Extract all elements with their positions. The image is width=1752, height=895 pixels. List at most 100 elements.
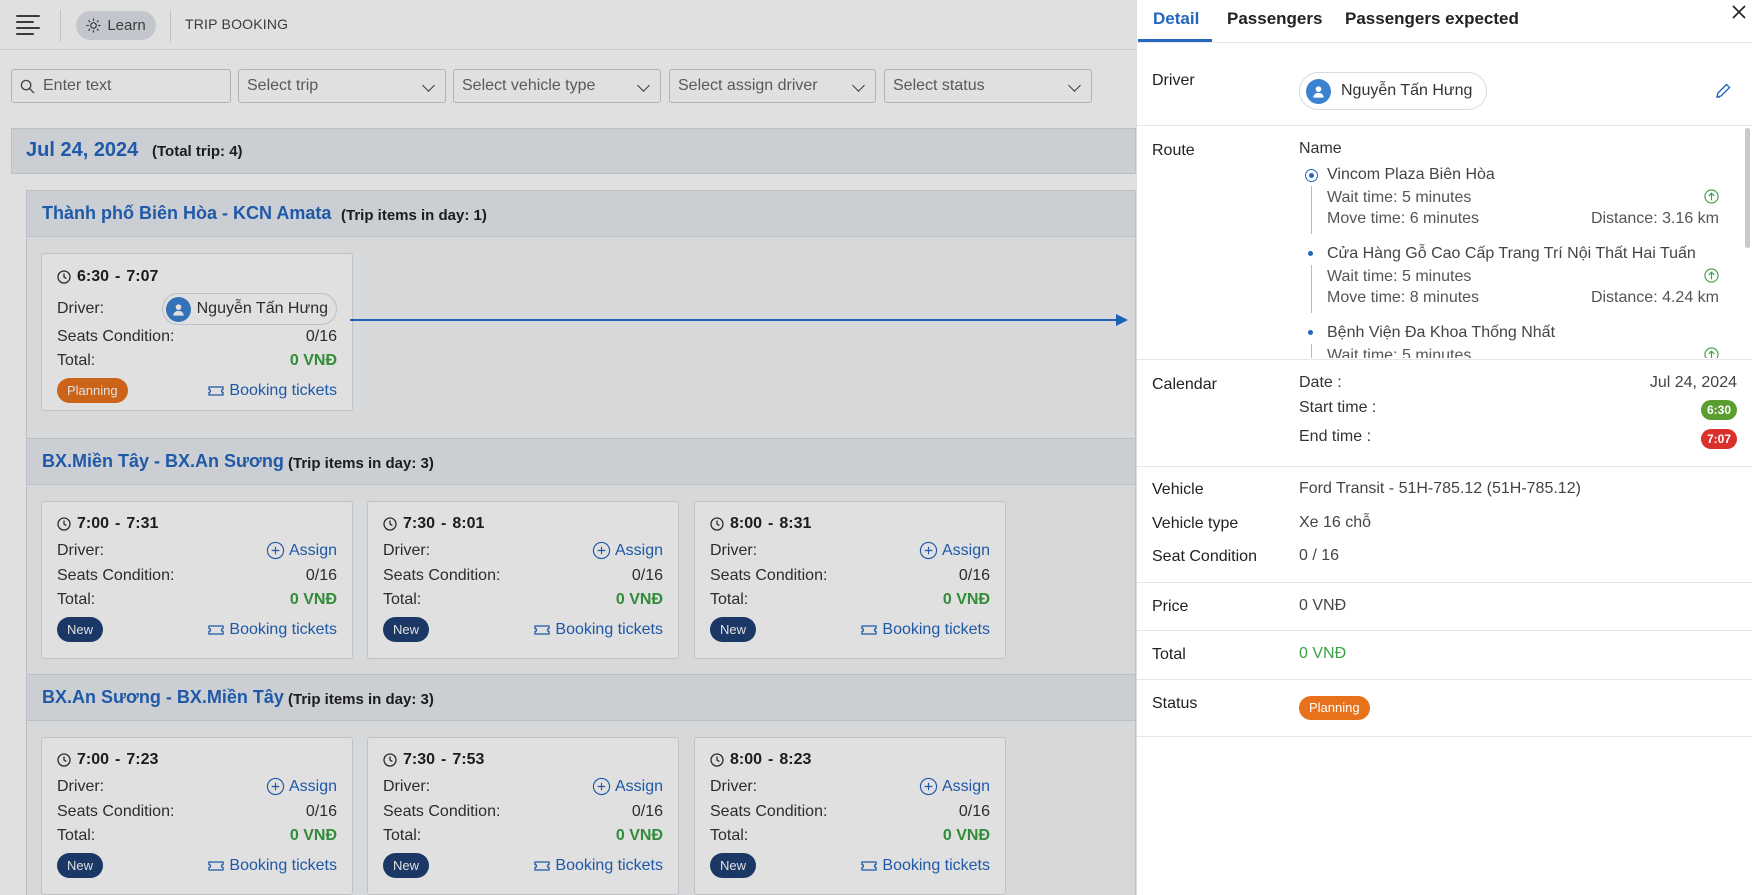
booking-tickets-link[interactable]: Booking tickets [861,621,990,639]
trip-time: 8:00-8:23 [710,751,811,769]
total-label: Total: [710,827,749,844]
close-icon[interactable] [1729,2,1749,22]
route-scrollbar[interactable] [1745,128,1750,248]
driver-label: Driver: [57,300,105,317]
booking-tickets-link[interactable]: Booking tickets [861,857,990,875]
trip-end: 8:31 [779,515,812,532]
clock-icon [57,270,71,284]
price-label: Price [1152,598,1189,615]
seats-value: 0/16 [305,803,337,820]
start-time-badge: 6:30 [1700,400,1737,420]
trip-card[interactable]: 7:00-7:23 Driver: Assign Seats Condition:… [41,737,353,895]
stop-move: Move time: 6 minutes [1327,210,1480,227]
card-footer: New Booking tickets [710,617,990,642]
vehicle-type-select[interactable]: Select vehicle type [453,69,661,103]
card-footer: New Booking tickets [383,617,663,642]
hamburger-menu-icon[interactable] [16,14,40,35]
ticket-icon [534,860,551,871]
assign-label: Assign [941,541,990,559]
driver-name: Nguyễn Tấn Hưng [196,300,328,317]
assign-button[interactable]: Assign [919,777,990,796]
trip-card[interactable]: 7:30-8:01 Driver: Assign Seats Condition:… [367,501,679,659]
booking-tickets-link[interactable]: Booking tickets [208,857,337,875]
total-label: Total: [57,591,96,608]
booking-label: Booking tickets [882,620,990,638]
stop-wait: Wait time: 5 minutes [1327,189,1472,206]
search-input[interactable]: Enter text [11,69,231,103]
trip-detail-panel: Detail Passengers Passengers expected Dr… [1136,0,1752,895]
assign-button[interactable]: Assign [266,777,337,796]
seats-label: Seats Condition: [57,567,175,584]
trip-end: 7:31 [126,515,159,532]
trip-card[interactable]: 7:00-7:31 Driver: Assign Seats Condition:… [41,501,353,659]
booking-tickets-link[interactable]: Booking tickets [208,621,337,639]
ticket-icon [208,860,225,871]
plus-circle-icon [266,777,285,796]
tab-passengers-expected[interactable]: Passengers expected [1345,9,1519,29]
assign-button[interactable]: Assign [266,541,337,560]
stop-marker-icon [1305,169,1318,182]
route-group-title: BX.Miền Tây - BX.An Sương [42,451,284,471]
assign-button[interactable]: Assign [592,541,663,560]
arrow-up-circle-icon[interactable] [1704,347,1719,358]
seats-row: Seats Condition: 0/16 [710,803,990,821]
booking-tickets-link[interactable]: Booking tickets [208,382,337,400]
driver-label: Driver [1152,72,1195,89]
trip-card[interactable]: 7:30-7:53 Driver: Assign Seats Condition:… [367,737,679,895]
trip-card[interactable]: 6:30-7:07 Driver: Nguyễn Tấn Hưng Seats … [41,253,353,411]
seat-condition-label: Seat Condition [1152,548,1257,565]
total-row: Total: 0 VNĐ [710,591,990,609]
seats-label: Seats Condition: [383,567,501,584]
trip-start: 7:30 [403,751,436,768]
total-row: Total: 0 VNĐ [383,591,663,609]
tab-passengers[interactable]: Passengers [1227,9,1322,29]
total-row: Total: 0 VNĐ [57,591,337,609]
assign-button[interactable]: Assign [919,541,990,560]
assign-button[interactable]: Assign [592,777,663,796]
arrow-up-circle-icon[interactable] [1704,268,1719,283]
trip-start: 8:00 [730,515,763,532]
driver-row: Driver: Assign [57,777,337,796]
total-label: Total: [710,591,749,608]
page-title: TRIP BOOKING [185,16,289,32]
total-label: Total: [383,827,422,844]
clock-icon [710,753,724,767]
stop-move: Move time: 8 minutes [1327,289,1480,306]
booking-label: Booking tickets [229,856,337,874]
card-footer: New Booking tickets [710,853,990,878]
stop-marker-icon [1305,248,1318,261]
clock-icon [57,753,71,767]
avatar [1306,78,1331,104]
seats-row: Seats Condition: 0/16 [383,567,663,585]
arrow-up-circle-icon[interactable] [1704,189,1719,204]
trip-select[interactable]: Select trip [238,69,446,103]
end-time-badge: 7:07 [1700,429,1737,449]
status-select-placeholder: Select status [893,77,985,94]
status-select[interactable]: Select status [884,69,1092,103]
plus-circle-icon [919,541,938,560]
trip-time: 6:30-7:07 [57,268,158,286]
clock-icon [710,517,724,531]
card-footer: Planning Booking tickets [57,378,337,403]
trip-card[interactable]: 8:00-8:31 Driver: Assign Seats Condition:… [694,501,1006,659]
booking-tickets-link[interactable]: Booking tickets [534,621,663,639]
trip-card[interactable]: 8:00-8:23 Driver: Assign Seats Condition:… [694,737,1006,895]
total-value: 0 VNĐ [289,827,337,844]
assign-label: Assign [941,777,990,795]
trip-start: 7:00 [77,515,110,532]
date-value: Jul 24, 2024 [1649,374,1737,391]
seat-condition-value: 0 / 16 [1299,547,1340,564]
driver-label: Driver: [710,777,758,795]
trip-end: 7:53 [452,751,485,768]
ticket-icon [861,860,878,871]
learn-button[interactable]: Learn [76,11,156,40]
booking-tickets-link[interactable]: Booking tickets [534,857,663,875]
driver-chip[interactable]: Nguyễn Tấn Hưng [161,293,337,325]
assign-driver-select[interactable]: Select assign driver [669,69,876,103]
seats-value: 0/16 [958,803,990,820]
driver-chip[interactable]: Nguyễn Tấn Hưng [1299,72,1488,110]
total-row: Total: 0 VNĐ [57,827,337,845]
pencil-icon[interactable] [1713,81,1733,101]
tab-detail[interactable]: Detail [1153,9,1199,29]
route-group-count: (Trip items in day: 3) [288,691,434,708]
